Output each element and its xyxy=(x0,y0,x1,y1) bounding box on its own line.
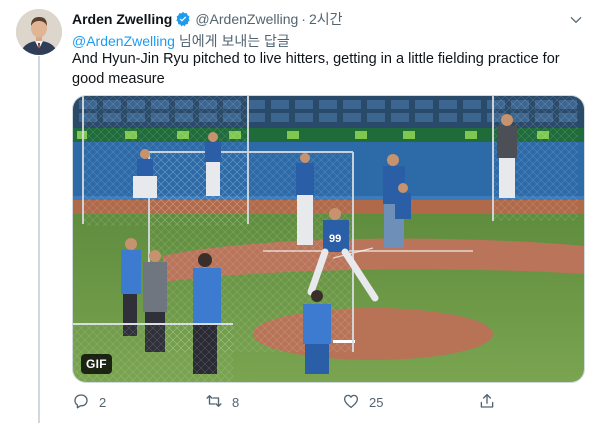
like-button[interactable]: 25 xyxy=(342,392,383,413)
thread-line xyxy=(38,56,40,423)
author-handle[interactable]: @ArdenZwelling xyxy=(195,11,298,27)
reply-suffix: 님에게 보내는 답글 xyxy=(178,33,290,49)
separator-dot: · xyxy=(301,11,306,27)
tweet[interactable]: Arden Zwelling @ArdenZwelling · 2시간 @Ard… xyxy=(0,0,596,423)
share-icon xyxy=(478,392,505,413)
verified-badge-icon xyxy=(175,11,191,27)
reply-count: 2 xyxy=(99,394,107,410)
chevron-down-icon[interactable] xyxy=(568,12,584,28)
retweet-count: 8 xyxy=(232,394,240,410)
like-count: 25 xyxy=(369,394,384,410)
avatar[interactable] xyxy=(16,9,62,55)
author-display-name[interactable]: Arden Zwelling xyxy=(72,11,172,27)
reply-icon xyxy=(72,392,99,413)
retweet-icon xyxy=(205,392,232,413)
gif-frame-image: 99 xyxy=(73,96,584,382)
jersey-number: 99 xyxy=(329,233,341,245)
replying-to: @ArdenZwelling 님에게 보내는 답글 xyxy=(72,31,290,51)
tweet-actions: 2 8 25 xyxy=(72,392,502,412)
reply-button[interactable]: 2 xyxy=(72,392,106,413)
timestamp[interactable]: 2시간 xyxy=(309,9,343,29)
heart-icon xyxy=(342,392,369,413)
tweet-text: And Hyun-Jin Ryu pitched to live hitters… xyxy=(72,51,560,87)
share-button[interactable] xyxy=(478,392,505,413)
gif-badge: GIF xyxy=(81,354,112,374)
retweet-button[interactable]: 8 xyxy=(205,392,239,413)
media-gif[interactable]: 99 GIF xyxy=(72,95,585,383)
tweet-header: Arden Zwelling @ArdenZwelling · 2시간 xyxy=(72,10,342,28)
reply-mention-link[interactable]: @ArdenZwelling xyxy=(72,33,175,49)
